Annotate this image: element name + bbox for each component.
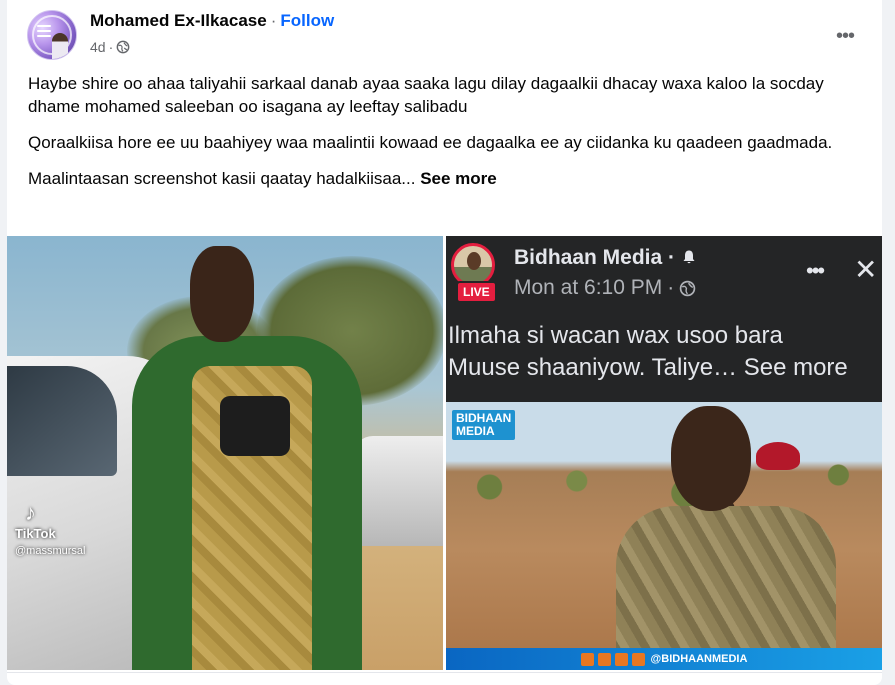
embedded-post-header: LIVE Bidhaan Media · Mon at 6:10 PM · ••… <box>446 236 882 320</box>
soldier-figure <box>122 246 372 670</box>
author-avatar[interactable] <box>27 10 77 60</box>
photo-right-screenshot[interactable]: LIVE Bidhaan Media · Mon at 6:10 PM · ••… <box>446 236 882 670</box>
follow-button[interactable]: Follow <box>280 11 334 30</box>
embedded-caption: Ilmaha si wacan wax usoo bara Muuse shaa… <box>446 320 882 402</box>
post-meta: 4d · <box>90 39 130 55</box>
globe-icon[interactable] <box>116 40 130 54</box>
page-name-separator: · <box>668 246 676 269</box>
live-badge: LIVE <box>456 281 497 303</box>
soldier-uniform <box>616 506 836 670</box>
page-time-row: Mon at 6:10 PM · <box>514 276 696 300</box>
post-timestamp[interactable]: 4d <box>90 39 106 55</box>
close-icon: ✕ <box>854 254 878 285</box>
post-text: Haybe shire oo ahaa taliyahii sarkaal da… <box>28 72 868 203</box>
binoculars <box>220 396 290 456</box>
tiktok-label: TikTok <box>15 526 56 541</box>
meta-separator: · <box>108 39 114 55</box>
author-row: Mohamed Ex-Ilkacase · Follow <box>90 11 334 31</box>
avatar-figure <box>52 33 68 59</box>
post-paragraph-last: Maalintaasan screenshot kasii qaatay had… <box>28 167 868 190</box>
more-horizontal-icon: ••• <box>806 258 825 283</box>
soldier-head <box>190 246 254 342</box>
name-separator: · <box>270 11 277 30</box>
post-paragraph-text: Maalintaasan screenshot kasii qaatay had… <box>28 169 416 188</box>
bidhaan-media-logo: BIDHAAN MEDIA <box>452 410 516 440</box>
more-options-icon[interactable]: ••• <box>827 24 863 48</box>
youtube-icon <box>631 652 645 666</box>
page-name: Bidhaan Media <box>514 246 663 269</box>
tiktok-handle: @massmursal <box>15 545 86 557</box>
caption-line-2: Muuse shaaniyow. Taliye… See more <box>448 352 882 384</box>
globe-icon <box>679 280 696 296</box>
bell-icon <box>683 250 695 264</box>
instagram-icon <box>614 652 628 666</box>
video-social-bar: @BIDHAANMEDIA <box>446 648 882 670</box>
soldier-head <box>671 406 751 511</box>
logo-line: MEDIA <box>456 424 495 438</box>
page-time: Mon at 6:10 PM <box>514 276 663 299</box>
caption-line: Muuse shaaniyow. Taliye… <box>448 354 738 381</box>
embedded-video: BIDHAAN MEDIA @BIDHAANMEDIA <box>446 402 882 670</box>
see-more-link[interactable]: See more <box>420 169 497 188</box>
avatar-graphic <box>37 25 51 40</box>
post-paragraph: Haybe shire oo ahaa taliyahii sarkaal da… <box>28 74 824 116</box>
soldier-figure <box>596 406 836 670</box>
tiktok-icon: ♪ <box>25 500 36 525</box>
page-time-separator: · <box>667 276 675 299</box>
photo-grid: ♪ TikTok @massmursal LIVE Bidhaan Media … <box>7 236 882 670</box>
post-header: Mohamed Ex-Ilkacase · Follow 4d · ••• <box>27 8 867 64</box>
card-divider <box>7 672 882 673</box>
post-paragraph: Qoraalkiisa hore ee uu baahiyey waa maal… <box>28 133 833 152</box>
post-card: Mohamed Ex-Ilkacase · Follow 4d · ••• Hayb… <box>7 0 882 685</box>
video-handle: @BIDHAANMEDIA <box>650 653 748 665</box>
photo-left[interactable]: ♪ TikTok @massmursal <box>7 236 443 670</box>
caption-line: Ilmaha si wacan wax usoo bara <box>448 322 783 349</box>
social-icons <box>580 652 645 666</box>
facebook-icon <box>580 652 594 666</box>
author-name[interactable]: Mohamed Ex-Ilkacase <box>90 11 267 30</box>
tiktok-watermark: ♪ TikTok @massmursal <box>15 500 85 557</box>
page-name-row: Bidhaan Media · <box>514 246 697 270</box>
avatar-face <box>467 252 481 270</box>
twitter-icon <box>597 652 611 666</box>
truck-window <box>7 366 117 476</box>
caption-see-more: See more <box>743 354 848 381</box>
